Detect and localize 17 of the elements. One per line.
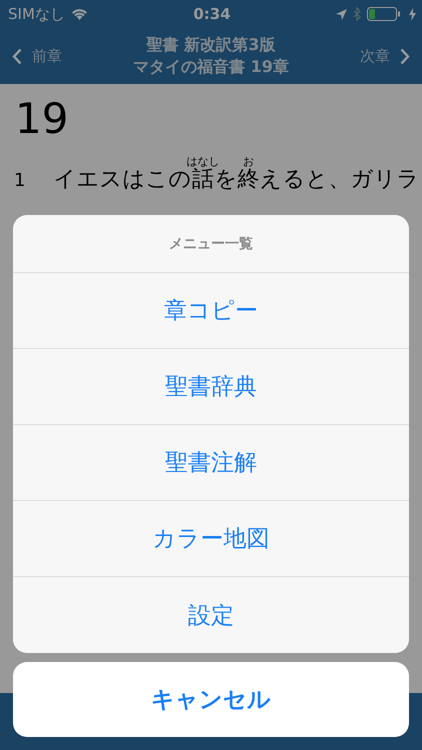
verse-number: 1 xyxy=(14,169,26,191)
charging-bolt-icon xyxy=(409,8,416,20)
battery-icon xyxy=(367,7,403,21)
carrier-label: SIMなし xyxy=(8,4,65,24)
wifi-icon xyxy=(70,8,88,20)
previous-chapter-button[interactable]: 前章 xyxy=(8,42,66,70)
chevron-left-icon xyxy=(12,48,22,64)
bible-title: 聖書 新改訳第3版 xyxy=(146,34,276,56)
next-chapter-button[interactable]: 次章 xyxy=(356,42,414,70)
clock-time: 0:34 xyxy=(193,5,231,23)
book-chapter-title: マタイの福音書 19章 xyxy=(133,56,289,78)
location-arrow-icon xyxy=(336,8,347,20)
verse-text: イエスはこの話 はなし を終 お えると、ガリラ xyxy=(53,156,420,194)
chevron-right-icon xyxy=(400,48,410,64)
chapter-number: 19 xyxy=(14,93,70,144)
bluetooth-icon xyxy=(353,7,361,21)
cancel-button[interactable]: キャンセル xyxy=(13,662,409,737)
